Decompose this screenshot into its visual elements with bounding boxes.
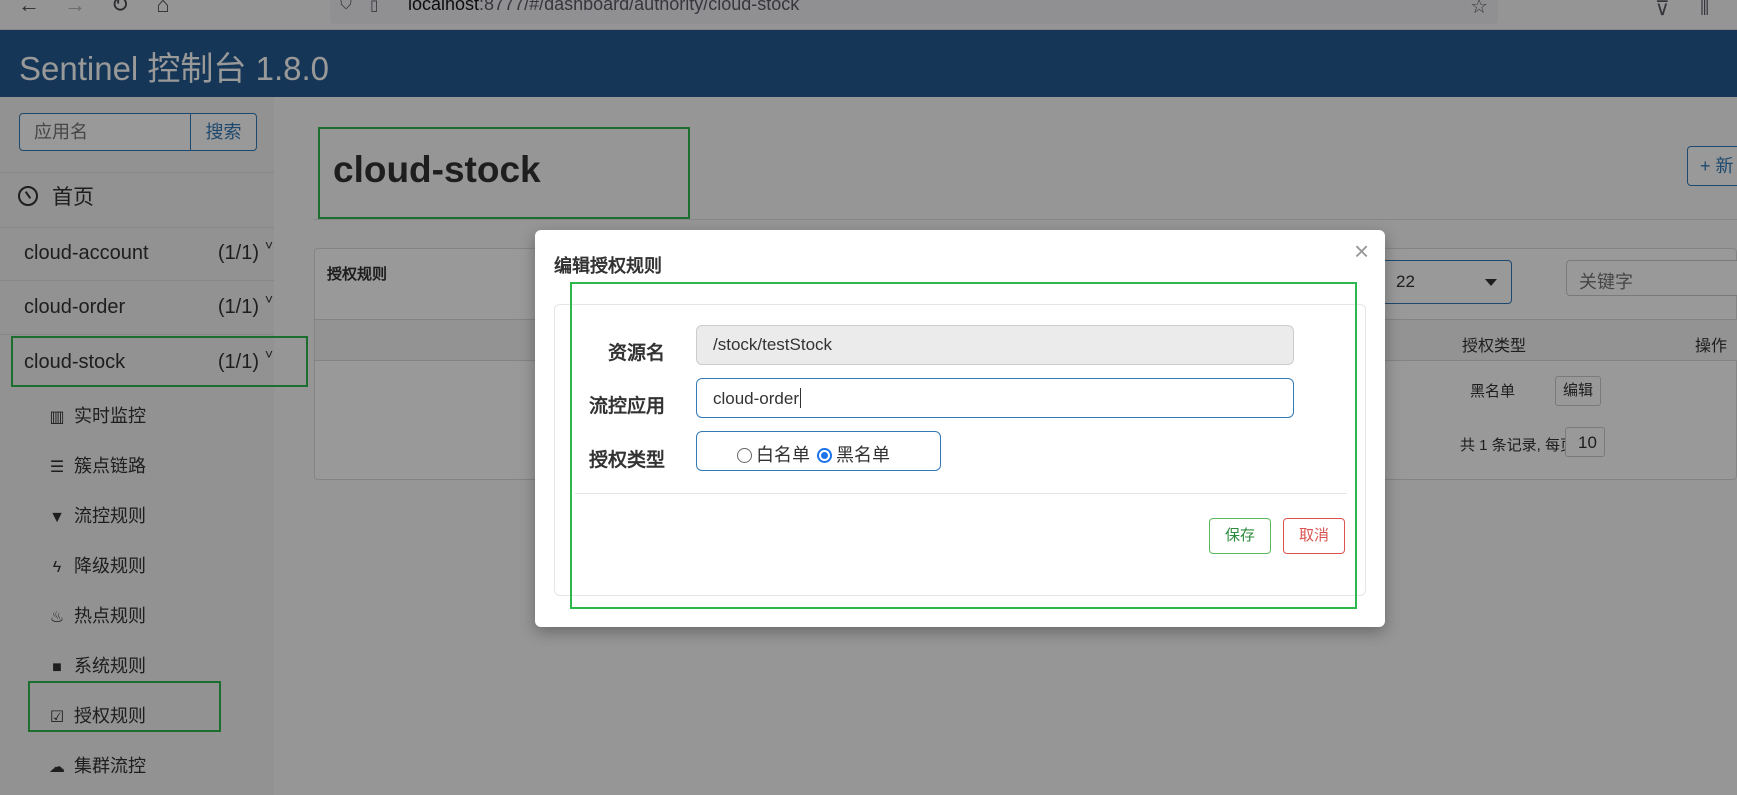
dialog-title: 编辑授权规则	[554, 256, 662, 276]
close-icon[interactable]: ×	[1354, 236, 1369, 267]
dialog-header: 编辑授权规则 ×	[535, 230, 1385, 276]
annotation-box	[570, 282, 1357, 609]
